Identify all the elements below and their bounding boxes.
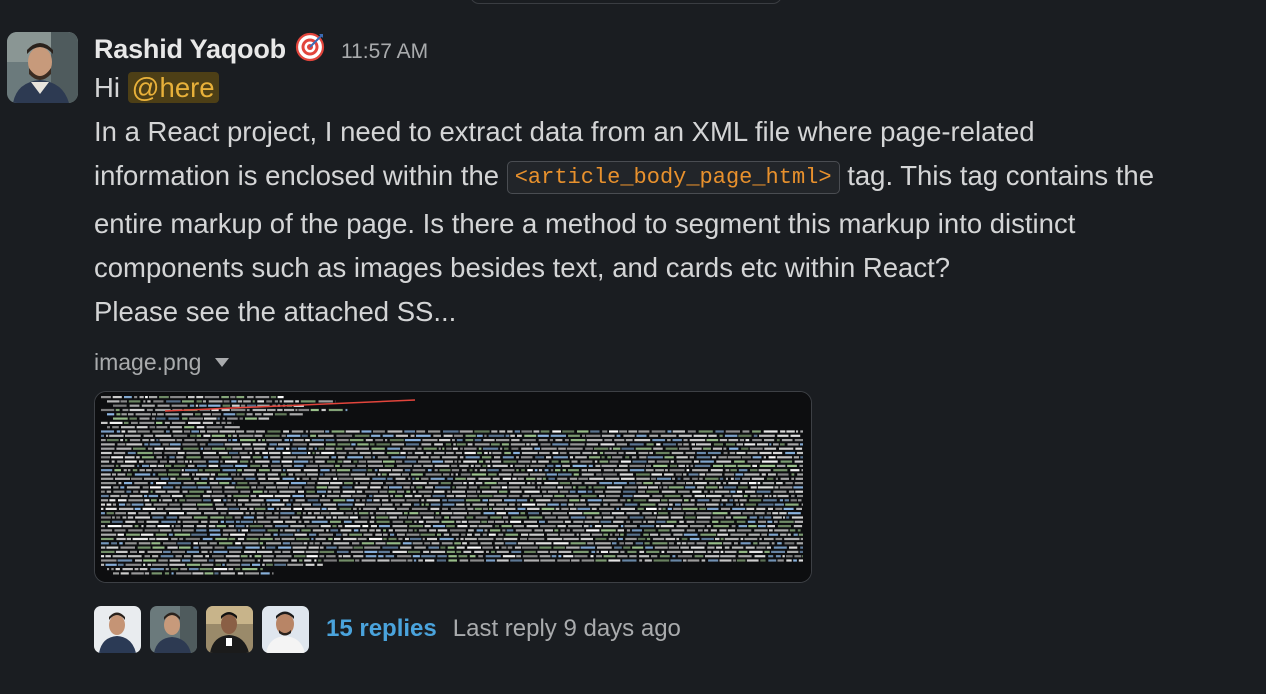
here-mention[interactable]: @here [127,72,219,103]
replies-link[interactable]: 15 replies [326,615,437,643]
participant-avatar[interactable] [262,605,309,653]
last-reply-text: Last reply 9 days ago [452,615,681,642]
message-text: information is enclosed within the [94,160,500,191]
message-line: Please see the attached SS... [94,296,457,327]
code-screenshot-image [95,392,811,582]
message-timestamp[interactable]: 11:57 AM [341,40,428,64]
target-emoji-icon[interactable] [295,32,325,62]
sender-avatar[interactable] [7,32,78,103]
message-line: components such as images besides text, … [94,252,951,283]
inline-code: <article_body_page_html> [506,161,840,194]
message-line: entire markup of the page. Is there a me… [94,208,1076,239]
message-line-with-code: information is enclosed within the <arti… [94,154,1259,202]
attachment-filename[interactable]: image.png [94,349,201,376]
message-line-greeting: Hi @here [94,66,1259,110]
greeting-text: Hi [94,72,120,103]
message-content: Rashid Yaqoob 11:57 AM Hi @here In a Rea… [94,28,1259,583]
message: Rashid Yaqoob 11:57 AM Hi @here In a Rea… [0,0,1266,694]
message-header: Rashid Yaqoob 11:57 AM [94,28,1259,66]
sender-name[interactable]: Rashid Yaqoob [94,34,286,65]
participant-avatar[interactable] [206,605,253,653]
caret-down-icon[interactable] [215,357,230,367]
participant-avatar[interactable] [150,605,197,653]
participant-avatar[interactable] [94,605,141,653]
thread-summary[interactable]: 15 replies Last reply 9 days ago [94,604,681,654]
attachment-image[interactable] [94,391,812,583]
attachment-header: image.png [94,348,1259,376]
message-text: tag. This tag contains the [847,160,1154,191]
message-line: In a React project, I need to extract da… [94,116,1035,147]
